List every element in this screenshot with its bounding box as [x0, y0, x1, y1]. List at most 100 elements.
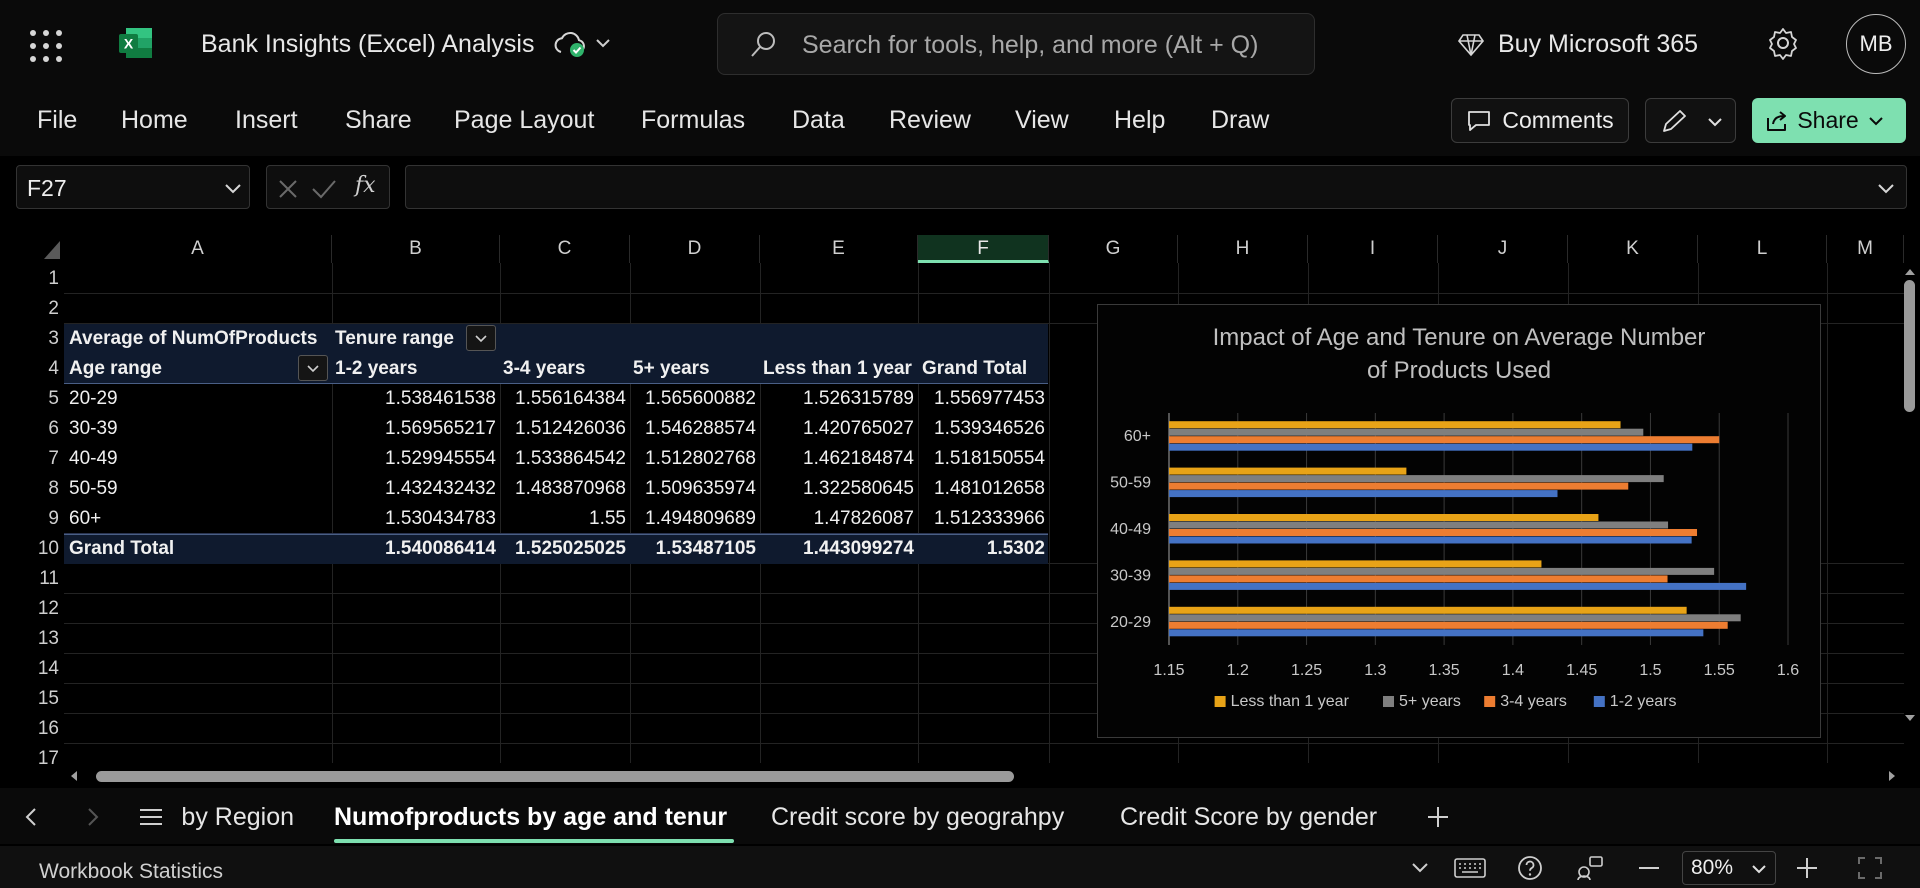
pivot-cell[interactable]: 1.55: [500, 504, 626, 534]
scroll-down-icon[interactable]: [1904, 712, 1916, 724]
pivot-header-cell[interactable]: Grand Total: [922, 354, 1027, 384]
row-header[interactable]: 4: [16, 354, 62, 384]
pivot-cell[interactable]: 1.556164384: [500, 384, 626, 414]
pivot-cell[interactable]: 1.530434783: [332, 504, 496, 534]
tab-share[interactable]: Share: [345, 106, 412, 135]
column-header-l[interactable]: L: [1698, 235, 1827, 263]
zoom-out-icon[interactable]: [1638, 866, 1660, 870]
row-header[interactable]: 9: [16, 504, 62, 534]
pivot-cell[interactable]: 1.533864542: [500, 444, 626, 474]
column-header-a[interactable]: A: [64, 235, 332, 263]
column-header-j[interactable]: J: [1438, 235, 1568, 263]
tab-file[interactable]: File: [37, 106, 77, 135]
pivot-row-label[interactable]: 50-59: [69, 474, 118, 504]
gear-icon[interactable]: [1766, 26, 1800, 60]
document-title[interactable]: Bank Insights (Excel) Analysis: [201, 30, 534, 59]
name-box[interactable]: F27: [16, 165, 250, 209]
chevron-down-icon[interactable]: [1410, 860, 1430, 876]
tab-home[interactable]: Home: [121, 106, 188, 135]
tab-review[interactable]: Review: [889, 106, 971, 135]
column-header-k[interactable]: K: [1568, 235, 1698, 263]
column-header-f[interactable]: F: [918, 235, 1049, 263]
column-header-e[interactable]: E: [760, 235, 918, 263]
share-button[interactable]: Share: [1752, 98, 1906, 143]
pivot-grand-total-label[interactable]: Grand Total: [69, 534, 174, 564]
pivot-header-cell[interactable]: 3-4 years: [503, 354, 585, 384]
row-header[interactable]: 7: [16, 444, 62, 474]
pivot-row-label[interactable]: 40-49: [69, 444, 118, 474]
app-launcher-icon[interactable]: [30, 30, 62, 62]
row-header[interactable]: 10: [16, 534, 62, 564]
row-header[interactable]: 5: [16, 384, 62, 414]
cancel-icon[interactable]: [277, 178, 299, 200]
pivot-cell[interactable]: 1.518150554: [918, 444, 1045, 474]
pivot-cell[interactable]: 1.322580645: [760, 474, 914, 504]
column-header-i[interactable]: I: [1308, 235, 1438, 263]
buy-microsoft-365-link[interactable]: Buy Microsoft 365: [1458, 30, 1698, 59]
select-all-corner[interactable]: [16, 235, 64, 263]
tab-page-layout[interactable]: Page Layout: [454, 106, 594, 135]
sheet-tab-by-region[interactable]: by Region: [181, 803, 294, 832]
tab-data[interactable]: Data: [792, 106, 845, 135]
pivot-total-cell[interactable]: 1.443099274: [760, 534, 914, 564]
chevron-left-icon[interactable]: [22, 806, 42, 828]
pivot-cell[interactable]: 1.512333966: [918, 504, 1045, 534]
tab-formulas[interactable]: Formulas: [641, 106, 745, 135]
bar-chart[interactable]: Impact of Age and Tenure on Average Numb…: [1097, 304, 1821, 738]
row-header[interactable]: 1: [16, 264, 62, 294]
keyboard-icon[interactable]: [1454, 857, 1486, 879]
tab-insert[interactable]: Insert: [235, 106, 298, 135]
pivot-header-cell[interactable]: 1-2 years: [335, 354, 417, 384]
pivot-column-field[interactable]: Tenure range: [335, 324, 454, 354]
scroll-up-icon[interactable]: [1904, 266, 1916, 278]
chevron-down-icon[interactable]: [223, 178, 243, 198]
pivot-header-cell[interactable]: Less than 1 year: [763, 354, 912, 384]
pivot-value-label[interactable]: Average of NumOfProducts: [69, 324, 317, 354]
pivot-row-label[interactable]: 20-29: [69, 384, 118, 414]
search-box[interactable]: Search for tools, help, and more (Alt + …: [717, 13, 1315, 75]
pivot-cell[interactable]: 1.569565217: [332, 414, 496, 444]
help-icon[interactable]: [1517, 855, 1543, 881]
tab-view[interactable]: View: [1015, 106, 1069, 135]
editing-mode-button[interactable]: [1645, 98, 1736, 143]
fullscreen-icon[interactable]: [1858, 857, 1882, 879]
comments-button[interactable]: Comments: [1451, 98, 1629, 143]
add-sheet-icon[interactable]: [1426, 805, 1450, 829]
chevron-right-icon[interactable]: [82, 806, 102, 828]
workbook-statistics[interactable]: Workbook Statistics: [39, 860, 223, 884]
row-header[interactable]: 15: [16, 684, 62, 714]
row-header[interactable]: 3: [16, 324, 62, 354]
pivot-cell[interactable]: 1.539346526: [918, 414, 1045, 444]
column-header-h[interactable]: H: [1178, 235, 1308, 263]
check-icon[interactable]: [311, 178, 337, 200]
column-header-g[interactable]: G: [1049, 235, 1178, 263]
row-header[interactable]: 14: [16, 654, 62, 684]
row-filter-button[interactable]: [298, 355, 328, 381]
scroll-left-icon[interactable]: [68, 770, 80, 782]
row-header[interactable]: 6: [16, 414, 62, 444]
avatar[interactable]: MB: [1846, 14, 1906, 74]
insert-function-icon[interactable]: fx: [355, 173, 376, 198]
row-header[interactable]: 17: [16, 744, 62, 764]
pivot-cell[interactable]: 1.494809689: [630, 504, 756, 534]
cloud-saved-icon[interactable]: [552, 28, 588, 60]
column-header-d[interactable]: D: [630, 235, 760, 263]
column-filter-button[interactable]: [466, 325, 496, 351]
pivot-cell[interactable]: 1.481012658: [918, 474, 1045, 504]
row-header[interactable]: 12: [16, 594, 62, 624]
pivot-cell[interactable]: 1.556977453: [918, 384, 1045, 414]
horizontal-scroll-thumb[interactable]: [96, 771, 1014, 782]
pivot-total-cell[interactable]: 1.540086414: [332, 534, 496, 564]
vertical-scroll-thumb[interactable]: [1904, 280, 1915, 412]
pivot-cell[interactable]: 1.47826087: [760, 504, 914, 534]
pivot-total-cell[interactable]: 1.525025025: [500, 534, 626, 564]
chevron-down-icon[interactable]: [1876, 178, 1896, 198]
column-header-c[interactable]: C: [500, 235, 630, 263]
tab-help[interactable]: Help: [1114, 106, 1165, 135]
pivot-row-label[interactable]: 60+: [69, 504, 101, 534]
pivot-cell[interactable]: 1.538461538: [332, 384, 496, 414]
zoom-in-icon[interactable]: [1796, 857, 1818, 879]
pivot-cell[interactable]: 1.512802768: [630, 444, 756, 474]
pivot-cell[interactable]: 1.462184874: [760, 444, 914, 474]
zoom-select[interactable]: 80%: [1682, 851, 1776, 885]
